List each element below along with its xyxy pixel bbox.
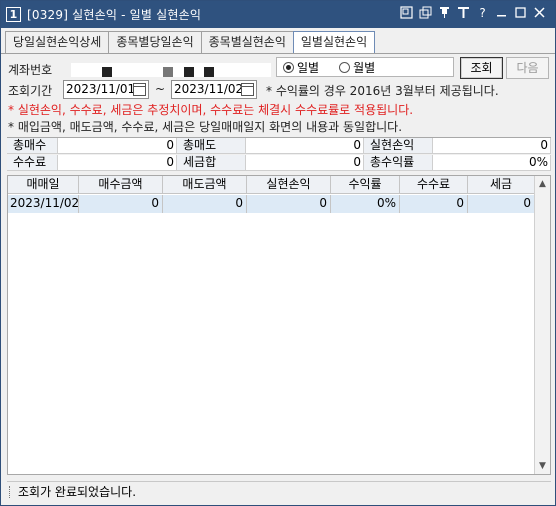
table-cell: 0 (400, 195, 468, 213)
next-button[interactable]: 다음 (506, 57, 549, 79)
summary-label: 총매수 (7, 138, 58, 154)
tab-bar: 당일실현손익상세 종목별당일손익 종목별실현손익 일별실현손익 (5, 31, 376, 53)
scroll-up-icon[interactable]: ▲ (535, 176, 550, 192)
date-range-separator: ~ (155, 82, 166, 96)
restore-icon[interactable] (399, 6, 414, 21)
summary-value: 0 (58, 138, 177, 154)
masked-digit (163, 67, 173, 77)
summary-value: 0 (246, 138, 364, 154)
summary-label: 총수익률 (364, 155, 433, 171)
column-header[interactable]: 수익률 (331, 176, 400, 194)
help-icon[interactable]: ? (475, 6, 490, 21)
tab-daily-realized-pnl[interactable]: 일별실현손익 (292, 31, 376, 53)
query-button[interactable]: 조회 (460, 57, 503, 79)
calendar-icon[interactable] (241, 83, 254, 96)
pin-icon[interactable] (437, 6, 452, 21)
column-header[interactable]: 세금 (468, 176, 535, 194)
title-icons: ? (399, 6, 547, 21)
period-label: 조회기간 (8, 84, 53, 98)
summary-label: 세금합 (177, 155, 246, 171)
date-to-field[interactable]: 2023/11/02 (171, 80, 257, 99)
tab-stock-realized-pnl[interactable]: 종목별실현손익 (200, 31, 294, 53)
column-header[interactable]: 수수료 (400, 176, 468, 194)
summary-row: 총매수 0 총매도 0 실현손익 0 (7, 138, 551, 154)
table-header: 매매일 매수금액 매도금액 실현손익 수익률 수수료 세금 (8, 176, 535, 194)
table-cell: 0 (247, 195, 331, 213)
column-header[interactable]: 매도금액 (163, 176, 247, 194)
column-header[interactable]: 매매일 (8, 176, 79, 194)
date-to-value: 2023/11/02 (174, 82, 244, 96)
radio-daily-label: 일별 (297, 60, 320, 75)
column-header[interactable]: 매수금액 (79, 176, 163, 194)
table-cell: 2023/11/02 (8, 195, 79, 213)
text-icon[interactable] (456, 6, 471, 21)
warning-note: * 실현손익, 수수료, 세금은 추정치이며, 수수료는 체결시 수수료률로 적… (8, 103, 414, 117)
tab-stock-daily-pnl[interactable]: 종목별당일손익 (108, 31, 202, 53)
title-bar[interactable]: 1 [0329] 실현손익 - 일별 실현손익 ? (1, 1, 555, 28)
radio-daily-dot[interactable] (283, 61, 294, 73)
table-row[interactable]: 2023/11/02 0 0 0 0% 0 0 (8, 195, 535, 213)
table-cell: 0% (331, 195, 400, 213)
masked-digit (184, 67, 194, 77)
date-from-field[interactable]: 2023/11/01 (63, 80, 149, 99)
info-note: * 매입금액, 매도금액, 수수료, 세금은 당일매매일지 화면의 내용과 동일… (8, 120, 403, 134)
summary-value: 0 (58, 155, 177, 171)
table-cell: 0 (163, 195, 247, 213)
status-bar: 조회가 완료되었습니다. (7, 481, 551, 501)
close-icon[interactable] (532, 6, 547, 21)
summary-grid: 총매수 0 총매도 0 실현손익 0 수수료 0 세금합 0 총수익률 0% (7, 137, 551, 175)
summary-label: 실현손익 (364, 138, 433, 154)
summary-value: 0% (433, 155, 551, 171)
period-type-radio-group: 일별 월별 (276, 57, 454, 77)
scroll-down-icon[interactable]: ▼ (535, 458, 550, 474)
masked-digit (204, 67, 214, 77)
app-window: 1 [0329] 실현손익 - 일별 실현손익 ? 당일실현손익상세 종목별당일… (0, 0, 556, 506)
summary-row: 수수료 0 세금합 0 총수익률 0% (7, 155, 551, 171)
summary-label: 총매도 (177, 138, 246, 154)
account-label: 계좌번호 (8, 63, 53, 77)
minimize-icon[interactable] (494, 6, 509, 21)
copy-icon[interactable] (418, 6, 433, 21)
column-header[interactable]: 실현손익 (247, 176, 331, 194)
calendar-icon[interactable] (133, 83, 146, 96)
summary-label: 수수료 (7, 155, 58, 171)
summary-value: 0 (433, 138, 551, 154)
date-from-value: 2023/11/01 (66, 82, 136, 96)
radio-monthly-dot[interactable] (339, 61, 351, 73)
radio-daily[interactable]: 일별 (283, 59, 319, 76)
vertical-scrollbar[interactable]: ▲ ▼ (534, 176, 550, 474)
maximize-icon[interactable] (513, 6, 528, 21)
masked-digit (102, 67, 112, 77)
grip-icon (9, 485, 12, 498)
daily-pnl-table[interactable]: 매매일 매수금액 매도금액 실현손익 수익률 수수료 세금 2023/11/02… (7, 175, 551, 475)
tab-daily-realized-detail[interactable]: 당일실현손익상세 (5, 31, 110, 53)
tab-divider (1, 53, 555, 54)
summary-value: 0 (246, 155, 364, 171)
period-note: * 수익률의 경우 2016년 3월부터 제공됩니다. (266, 84, 499, 98)
table-cell: 0 (79, 195, 163, 213)
radio-monthly-label: 월별 (353, 60, 376, 75)
status-message: 조회가 완료되었습니다. (18, 485, 137, 499)
radio-monthly[interactable]: 월별 (339, 59, 375, 76)
window-number-badge: 1 (6, 7, 21, 22)
table-cell: 0 (468, 195, 535, 213)
window-title: [0329] 실현손익 - 일별 실현손익 (27, 8, 202, 22)
